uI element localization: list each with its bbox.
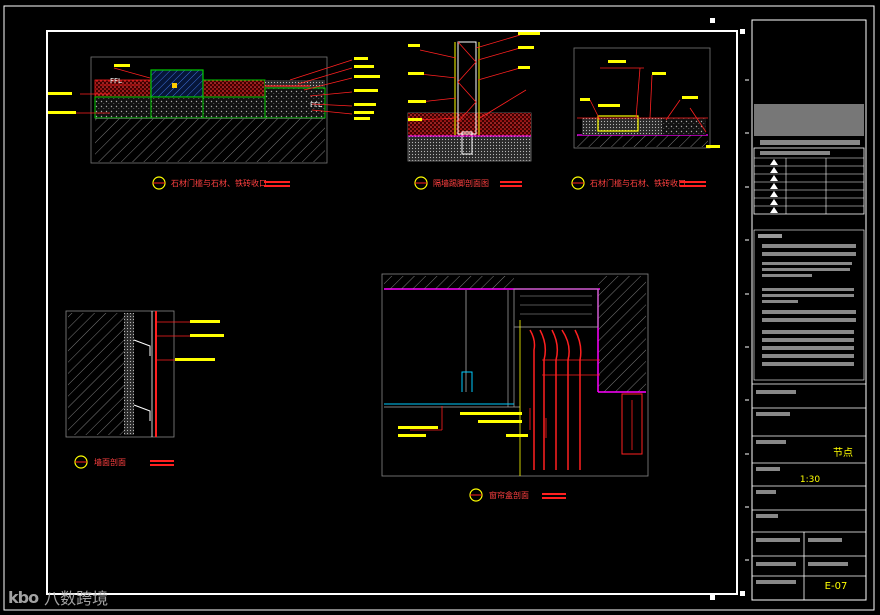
frame-corner-mark (740, 29, 745, 34)
detail-3-title: 石材门槛与石材、铁砖收口 (571, 176, 706, 190)
detail-5-title: 窗帘盒剖面 (469, 488, 566, 502)
cad-drawing-sheet: FFL FFL 石材门槛与石材、铁砖收口 隔墙踢脚剖面图 石材门槛与石材、铁砖收… (3, 5, 875, 611)
frame-corner-mark (710, 18, 715, 23)
detail-4-title: 墙面剖面 (74, 455, 174, 469)
frame-corner-mark (710, 595, 715, 600)
drawing-scale: 1:30 (800, 475, 820, 485)
drawing-title: 节点 (833, 447, 853, 459)
detail-5-curtain-box (381, 273, 649, 477)
detail-3-threshold (573, 47, 720, 149)
detail-3-title-text: 石材门槛与石材、铁砖收口 (590, 178, 686, 188)
detail-2-partition (407, 32, 540, 162)
detail-4-title-text: 墙面剖面 (94, 457, 126, 467)
watermark-text: 八数跨境 (44, 589, 109, 608)
svg-text:FFL: FFL (110, 77, 122, 85)
detail-4-wall-section (65, 310, 224, 438)
frame-corner-mark (740, 591, 745, 596)
detail-2-title-text: 隔墙踢脚剖面图 (433, 178, 489, 188)
watermark-logo: kbo (8, 587, 39, 607)
margin-ticks (745, 79, 749, 561)
detail-1-title: 石材门槛与石材、铁砖收口 (152, 176, 290, 190)
detail-2-title: 隔墙踢脚剖面图 (414, 176, 522, 190)
watermark: kbo 八数跨境 (8, 584, 108, 610)
detail-1-title-text: 石材门槛与石材、铁砖收口 (171, 178, 267, 188)
svg-text:FFL: FFL (310, 101, 322, 109)
detail-1-threshold: FFL FFL (48, 56, 380, 164)
sheet-number: E-07 (825, 581, 848, 592)
title-block: 节点 1:30 E-07 (751, 19, 867, 601)
detail-5-title-text: 窗帘盒剖面 (489, 490, 529, 500)
